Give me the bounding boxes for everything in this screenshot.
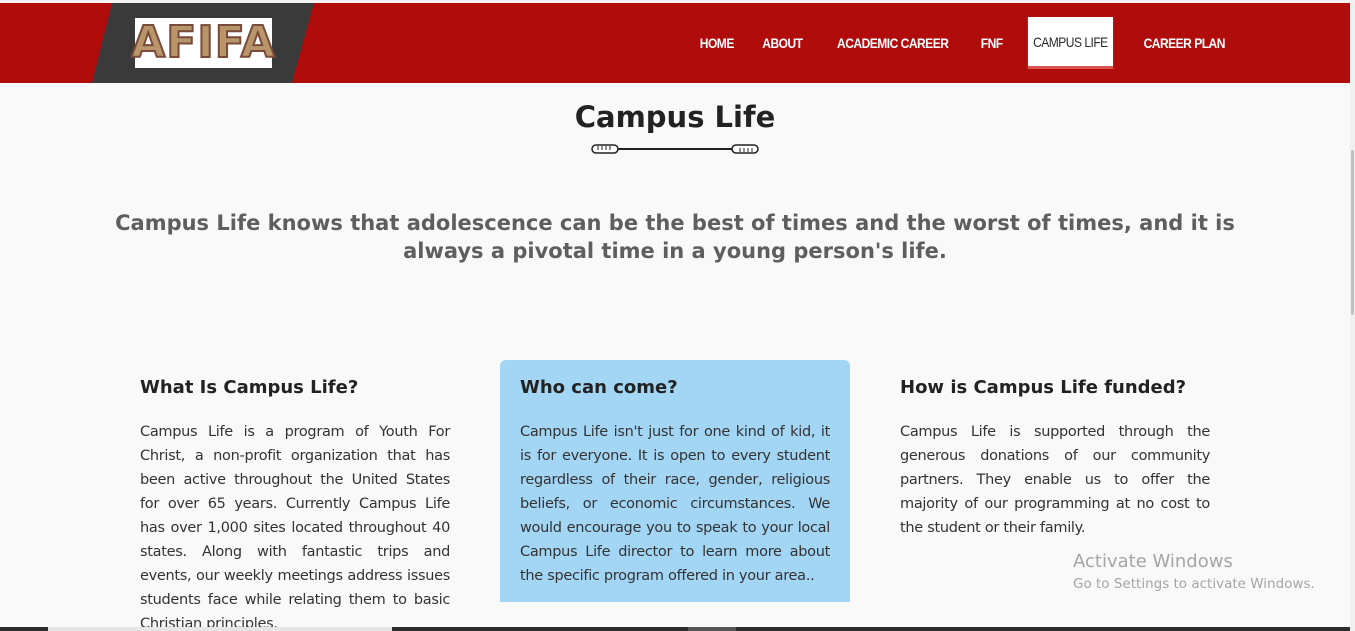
bottom-bar-segment xyxy=(48,627,392,631)
card-text: Campus Life isn't just for one kind of k… xyxy=(520,424,830,584)
card-title: What Is Campus Life? xyxy=(140,377,359,398)
nav-campus-life[interactable]: CAMPUS LIFE xyxy=(1027,17,1113,69)
main-nav: HOME ABOUT ACADEMIC CAREER FNF CAMPUS LI… xyxy=(677,17,1234,69)
nav-academic-career[interactable]: ACADEMIC CAREER xyxy=(835,17,950,69)
nav-about[interactable]: ABOUT xyxy=(761,17,805,69)
card-title: How is Campus Life funded? xyxy=(900,377,1187,398)
card-title: Who can come? xyxy=(520,377,678,398)
card-text: Campus Life is supported through the gen… xyxy=(900,424,1210,536)
intro-text: Campus Life knows that adolescence can b… xyxy=(115,211,1235,263)
site-header: AFIFA HOME ABOUT ACADEMIC CAREER FNF CAM… xyxy=(0,3,1350,83)
card-text: Campus Life is a program of Youth For Ch… xyxy=(140,424,450,631)
watermark-subtitle: Go to Settings to activate Windows. xyxy=(1073,576,1315,592)
site-logo[interactable]: AFIFA xyxy=(130,18,276,68)
nav-career-plan[interactable]: CAREER PLAN xyxy=(1142,17,1227,69)
bottom-bar-segment xyxy=(688,627,736,631)
scrollbar-thumb[interactable] xyxy=(1351,150,1354,315)
title-divider xyxy=(591,144,759,154)
activate-windows-watermark: Activate Windows Go to Settings to activ… xyxy=(1073,550,1315,594)
card-how-funded: How is Campus Life funded? Campus Life i… xyxy=(880,360,1230,540)
card-what-is-campus-life: What Is Campus Life? Campus Life is a pr… xyxy=(120,360,470,631)
page-title: Campus Life xyxy=(574,100,776,134)
logo-text: AFIFA xyxy=(130,17,276,68)
card-who-can-come: Who can come? Campus Life isn't just for… xyxy=(500,360,850,602)
watermark-title: Activate Windows xyxy=(1073,551,1233,572)
nav-fnf[interactable]: FNF xyxy=(979,17,1004,69)
nav-home[interactable]: HOME xyxy=(698,17,736,69)
scrollbar-track[interactable] xyxy=(1350,3,1355,631)
